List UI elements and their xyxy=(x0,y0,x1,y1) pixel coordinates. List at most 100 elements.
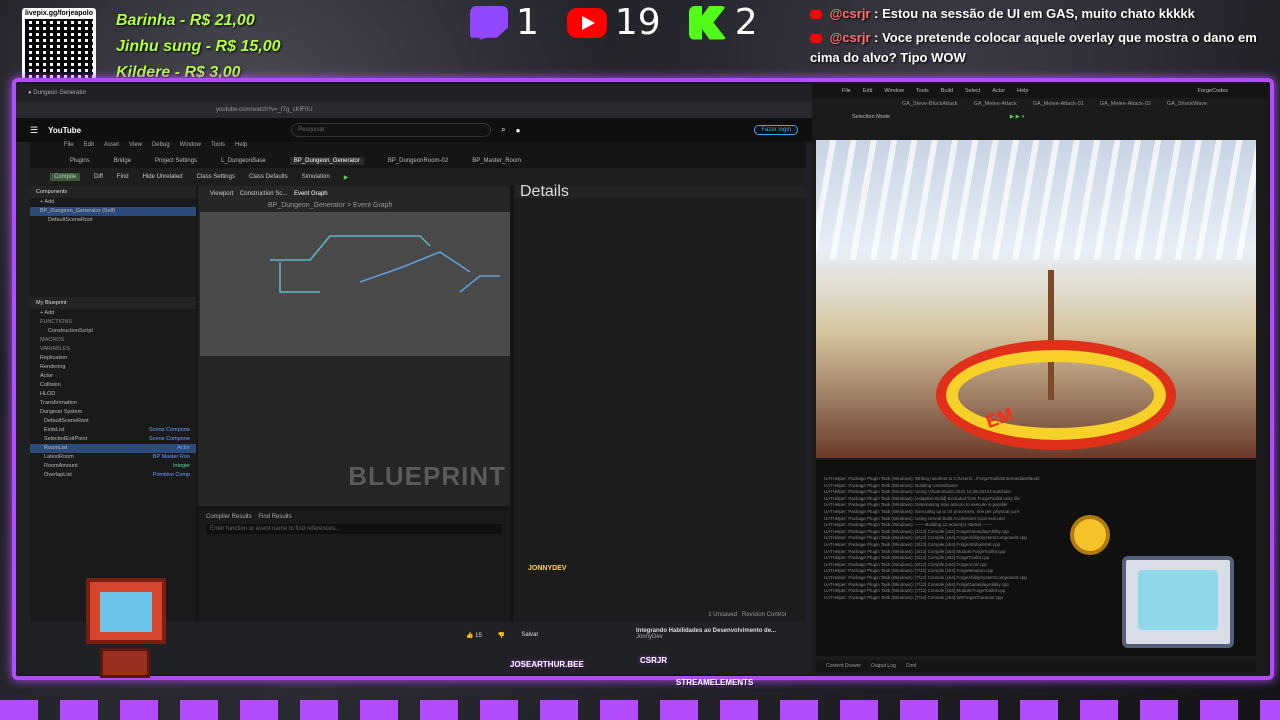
variable-group[interactable]: Dungeon System xyxy=(30,408,196,417)
menu-item[interactable]: Actor xyxy=(992,88,1005,94)
tab-item[interactable]: GA_Melee-Attack xyxy=(974,101,1017,107)
section-functions[interactable]: FUNCTIONS xyxy=(30,318,196,327)
computer-mascot xyxy=(1100,540,1250,690)
variable-group[interactable]: Collision xyxy=(30,381,196,390)
tab-event-graph[interactable]: Event Graph xyxy=(294,191,328,197)
variable-item[interactable]: DefaultSceneRoot xyxy=(30,417,196,426)
component-item[interactable]: DefaultSceneRoot xyxy=(30,216,196,225)
variable-group[interactable]: Actor xyxy=(30,372,196,381)
revision-control[interactable]: Revision Control xyxy=(742,612,786,618)
menu-item[interactable]: View xyxy=(129,142,142,154)
compile-button[interactable]: Compile xyxy=(50,173,81,181)
function-item[interactable]: ConstructionScript xyxy=(30,327,196,336)
menu-item[interactable]: File xyxy=(64,142,74,154)
variable-item[interactable]: ExitsList Scene Compone xyxy=(30,426,196,435)
menu-item[interactable]: Debug xyxy=(152,142,170,154)
tab-bridge[interactable]: Bridge xyxy=(114,158,131,164)
menu-item[interactable]: Tools xyxy=(211,142,225,154)
chat-text: : Estou na sessão de UI em GAS, muito ch… xyxy=(874,6,1195,21)
game-menu-bar: File Edit Window Tools Build Select Acto… xyxy=(812,84,1268,98)
menu-item[interactable]: Asset xyxy=(104,142,119,154)
menu-item[interactable]: Window xyxy=(180,142,201,154)
address-bar[interactable]: youtube.com/watch?v=_f7g_cKIF0U xyxy=(16,102,812,118)
like-button[interactable]: 👍 15 xyxy=(466,632,482,639)
twitch-count: 1 xyxy=(516,2,539,43)
variable-group[interactable]: Transformation xyxy=(30,399,196,408)
youtube-logo[interactable]: YouTube xyxy=(48,126,81,135)
class-settings-button[interactable]: Class Settings xyxy=(197,174,235,180)
tab-viewport[interactable]: Viewport xyxy=(210,191,233,197)
add-button[interactable]: + Add xyxy=(30,198,196,207)
dislike-icon[interactable]: 👎 xyxy=(498,632,505,639)
diff-button[interactable]: Diff xyxy=(94,174,103,180)
tab-dungeon-base[interactable]: L_DungeonBase xyxy=(221,158,266,164)
menu-item[interactable]: Edit xyxy=(863,88,872,94)
variable-item[interactable]: SelectedExitPoint Scene Compone xyxy=(30,435,196,444)
mic-icon[interactable]: ● xyxy=(516,126,521,135)
save-button[interactable]: Salvar xyxy=(521,632,538,639)
find-references-input[interactable]: Enter function or event name to find ref… xyxy=(206,524,502,534)
play-icon[interactable]: ▶ ▶ ⏸ xyxy=(1010,114,1024,121)
output-log-button[interactable]: Output Log xyxy=(871,663,896,669)
event-graph-panel[interactable]: Viewport Construction Sc... Event Graph … xyxy=(198,186,510,506)
menu-item[interactable]: Edit xyxy=(84,142,94,154)
variable-item[interactable]: RoomList Actor xyxy=(30,444,196,453)
play-icon[interactable]: ▶ xyxy=(344,174,349,181)
monitor-face-icon xyxy=(1138,570,1218,630)
variable-group[interactable]: Replication xyxy=(30,354,196,363)
menu-item[interactable]: Help xyxy=(1017,88,1028,94)
menu-icon[interactable]: ☰ xyxy=(30,125,38,136)
ability-target-ring xyxy=(936,340,1176,450)
chat-username: @csrjr xyxy=(829,6,871,21)
tab-item[interactable]: GA_Melee-Attack-02 xyxy=(1100,101,1151,107)
variable-name: RoomList xyxy=(44,445,68,451)
variable-group[interactable]: Rendering xyxy=(30,363,196,372)
tab-item[interactable]: GA_Steve-BlockAttack xyxy=(902,101,958,107)
tab-item[interactable]: GA_ShockWave xyxy=(1167,101,1207,107)
tab-item[interactable]: GA_Melee-Attack-01 xyxy=(1033,101,1084,107)
log-line: UATHelper: Package Plugin Task (Windows)… xyxy=(824,515,1006,521)
ue-toolbar: Compile Diff Find Hide Unrelated Class S… xyxy=(30,168,806,186)
section-macros[interactable]: MACROS xyxy=(30,336,196,345)
menu-item[interactable]: Tools xyxy=(916,88,929,94)
log-line: UATHelper: Package Plugin Task (Windows)… xyxy=(824,522,992,528)
variable-item[interactable]: LatestRoom BP Master Roo xyxy=(30,453,196,462)
selection-mode-dropdown[interactable]: Selection Mode xyxy=(852,114,890,120)
hide-unrelated-button[interactable]: Hide Unrelated xyxy=(143,174,183,180)
class-defaults-button[interactable]: Class Defaults xyxy=(249,174,288,180)
variable-item[interactable]: RoomAmount Integer xyxy=(30,462,196,471)
cmd-input[interactable]: Cmd xyxy=(906,663,917,669)
menu-item[interactable]: File xyxy=(842,88,851,94)
level-viewport[interactable]: EM xyxy=(816,140,1256,458)
browser-tab-bar[interactable]: ● Dungeon Generator xyxy=(16,84,812,102)
search-input[interactable]: Pesquisar xyxy=(291,123,492,137)
find-button[interactable]: Find xyxy=(117,174,129,180)
unreal-editor-video[interactable]: File Edit Asset View Debug Window Tools … xyxy=(30,142,806,622)
twitch-icon xyxy=(470,5,508,40)
content-drawer-button[interactable]: Content Drawer xyxy=(826,663,861,669)
graph-canvas[interactable] xyxy=(200,212,510,356)
add-button[interactable]: + Add xyxy=(30,309,196,318)
tab-plugins[interactable]: Plugins xyxy=(70,158,90,164)
tab-dungeon-room[interactable]: BP_DungeonRoom-02 xyxy=(388,158,448,164)
menu-item[interactable]: Help xyxy=(235,142,247,154)
section-variables[interactable]: VARIABLES xyxy=(30,345,196,354)
search-icon[interactable]: ⌕ xyxy=(501,125,505,135)
variable-item[interactable]: OverlapList Primitive Comp xyxy=(30,471,196,480)
tab-compiler-results[interactable]: Compiler Results xyxy=(206,514,252,520)
login-button[interactable]: Fazer login xyxy=(754,125,798,135)
suggested-channel: JonnyDev xyxy=(636,634,663,640)
tab-construction-script[interactable]: Construction Sc... xyxy=(240,191,287,197)
menu-item[interactable]: Select xyxy=(965,88,980,94)
variable-group[interactable]: HLOD xyxy=(30,390,196,399)
tab-project-settings[interactable]: Project Settings xyxy=(155,158,197,164)
tab-find-results[interactable]: Find Results xyxy=(258,514,291,520)
tab-master-room[interactable]: BP_Master_Room xyxy=(472,158,521,164)
menu-item[interactable]: Window xyxy=(884,88,904,94)
component-item[interactable]: BP_Dungeon_Generator (Self) xyxy=(30,207,196,216)
suggested-video[interactable]: Integrando Habilidades ao Desenvolviment… xyxy=(636,628,796,640)
simulation-button[interactable]: Simulation xyxy=(302,174,330,180)
menu-item[interactable]: Build xyxy=(941,88,953,94)
tab-dungeon-generator[interactable]: BP_Dungeon_Generator xyxy=(289,157,364,165)
monitor-head xyxy=(1122,556,1234,648)
